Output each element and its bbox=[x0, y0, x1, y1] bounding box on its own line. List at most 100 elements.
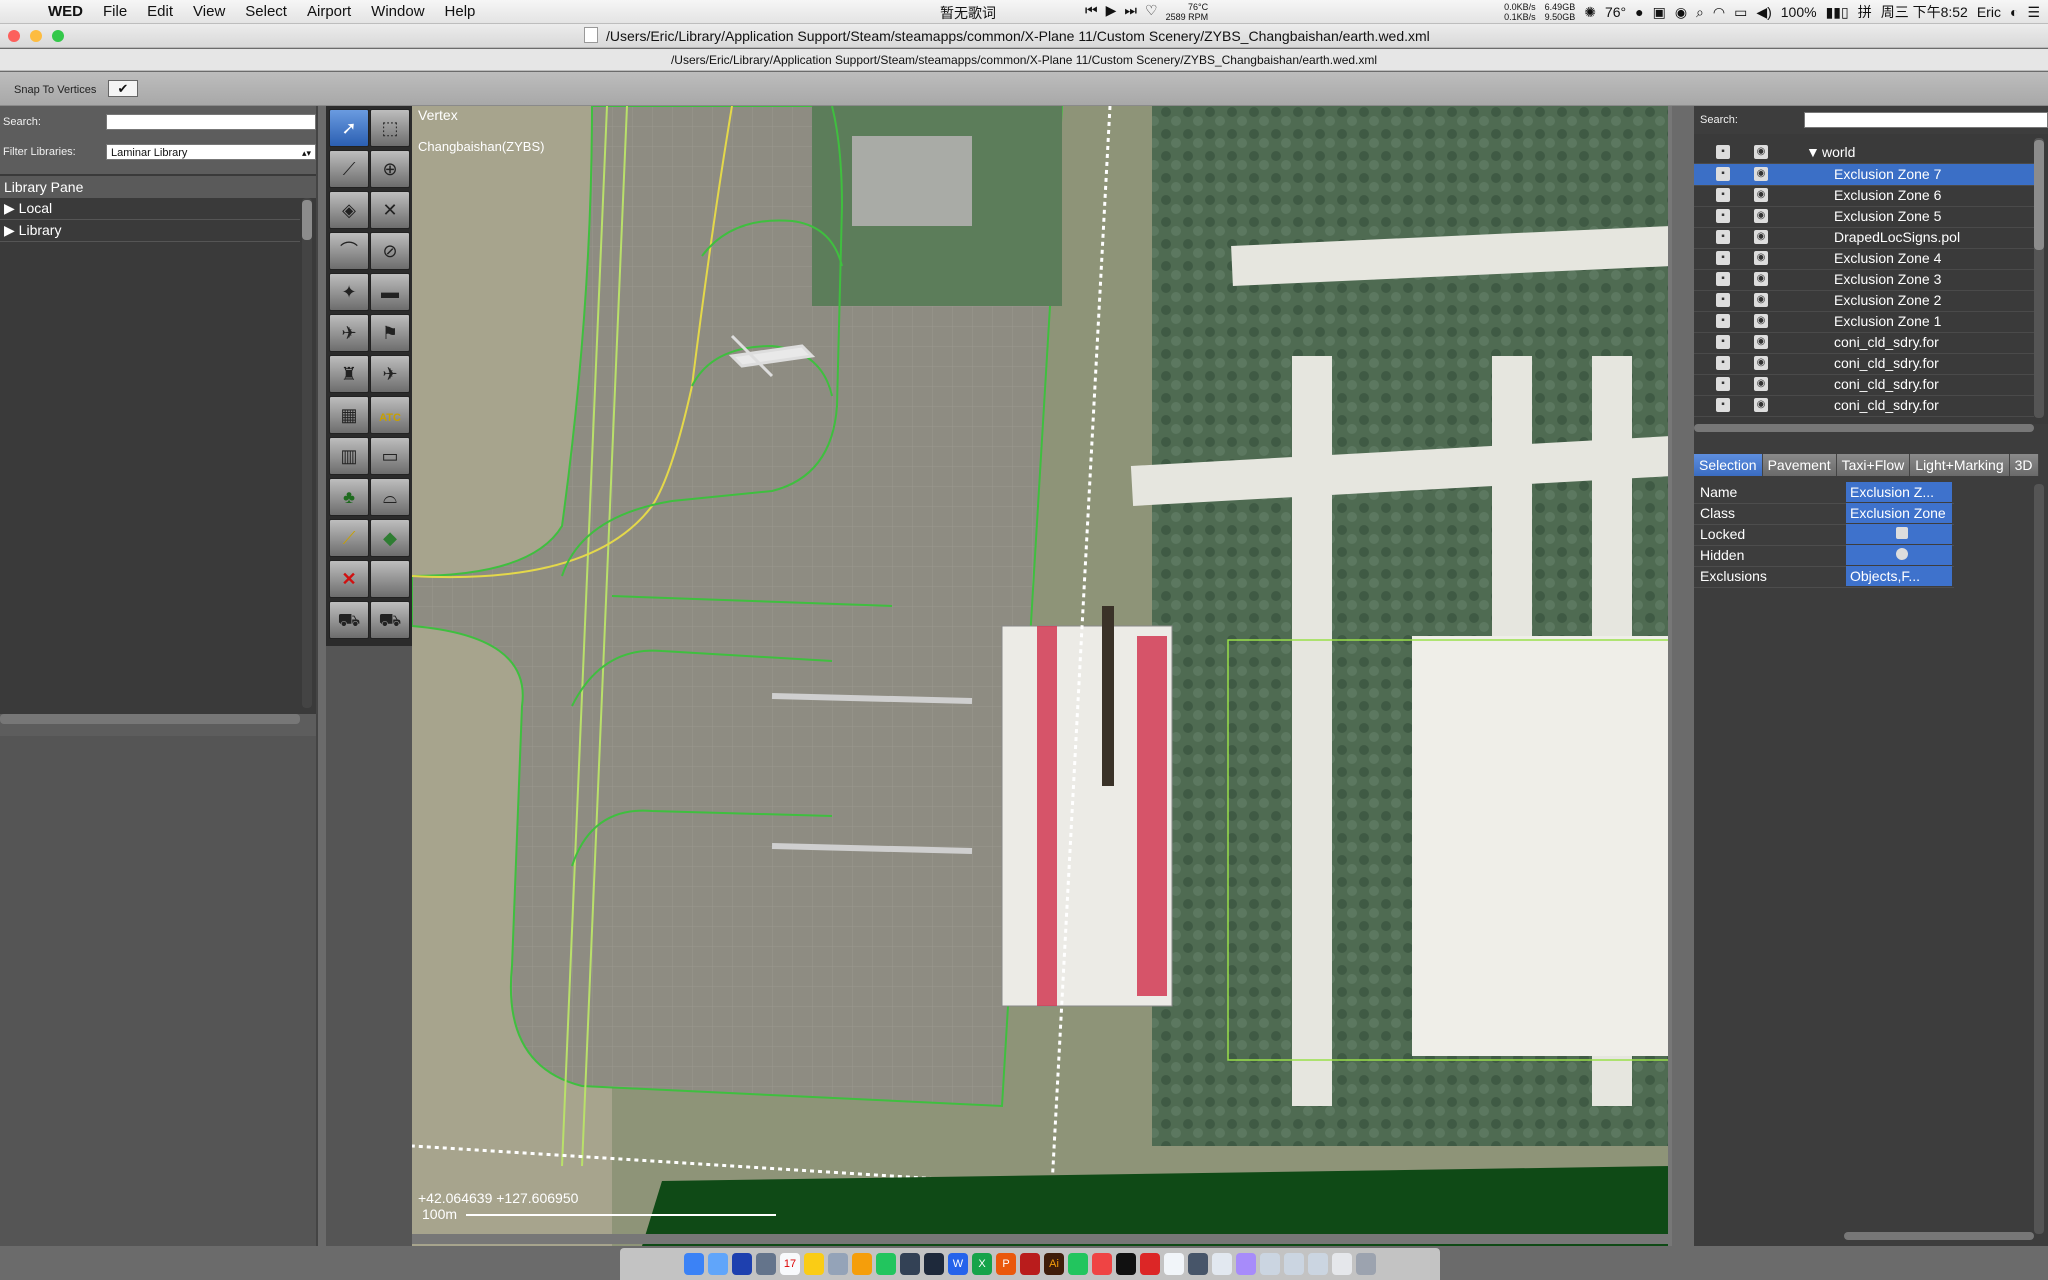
filter-libraries-select[interactable]: Laminar Library ▴▾ bbox=[106, 144, 316, 160]
volume-icon[interactable]: ◀) bbox=[1756, 4, 1771, 21]
eye-icon[interactable]: ◉ bbox=[1754, 335, 1768, 349]
vertex-tool-button[interactable]: ➚ bbox=[329, 109, 369, 147]
tower-viewpoint-tool-button[interactable]: ♜ bbox=[329, 355, 369, 393]
eye-icon[interactable]: ◉ bbox=[1754, 188, 1768, 202]
heart-icon[interactable]: ♡ bbox=[1145, 2, 1158, 22]
qq-icon[interactable] bbox=[1116, 1253, 1136, 1275]
property-hidden-value[interactable] bbox=[1846, 545, 1952, 565]
qq-icon[interactable]: ● bbox=[1635, 4, 1643, 20]
map-canvas[interactable] bbox=[412, 106, 1672, 1246]
calendar-icon[interactable]: 17 bbox=[780, 1253, 800, 1275]
minimize-window-button[interactable] bbox=[30, 30, 42, 42]
steam-icon[interactable] bbox=[924, 1253, 944, 1275]
eye-icon[interactable]: ◉ bbox=[1754, 293, 1768, 307]
lock-icon[interactable] bbox=[1896, 527, 1908, 539]
preview-icon[interactable] bbox=[828, 1253, 848, 1275]
lock-icon[interactable]: ▪ bbox=[1716, 335, 1730, 349]
eye-icon[interactable]: ◉ bbox=[1754, 145, 1768, 159]
taxiway-tool-button[interactable]: ◈ bbox=[329, 191, 369, 229]
sealane-tool-button[interactable]: ⊕ bbox=[370, 150, 410, 188]
eye-icon[interactable]: ◉ bbox=[1754, 398, 1768, 412]
finder-icon[interactable] bbox=[684, 1253, 704, 1275]
library-item-local[interactable]: ▶ Local bbox=[0, 198, 300, 220]
lock-icon[interactable]: ▪ bbox=[1716, 230, 1730, 244]
hierarchy-search-input[interactable] bbox=[1804, 112, 2048, 128]
input-method-icon[interactable]: 拼 bbox=[1858, 2, 1872, 22]
tree-row-exclusion-zone-3[interactable]: ▪ ◉ Exclusion Zone 3 bbox=[1694, 269, 2034, 291]
folder-icon[interactable] bbox=[1284, 1253, 1304, 1275]
eye-icon[interactable]: ◉ bbox=[1754, 167, 1768, 181]
tree-row-draped-loc-signs[interactable]: ▪ ◉ DrapedLocSigns.pol bbox=[1694, 227, 2034, 249]
lock-icon[interactable]: ▪ bbox=[1716, 209, 1730, 223]
disclosure-triangle-icon[interactable]: ▼ bbox=[1806, 142, 1820, 163]
library-item-library[interactable]: ▶ Library bbox=[0, 220, 300, 242]
library-horizontal-scrollbar[interactable] bbox=[0, 714, 300, 724]
eye-icon[interactable]: ◉ bbox=[1754, 272, 1768, 286]
safari-icon[interactable] bbox=[732, 1253, 752, 1275]
pdf-icon[interactable] bbox=[1140, 1253, 1160, 1275]
illustrator-icon[interactable]: Ai bbox=[1044, 1253, 1064, 1275]
menu-edit[interactable]: Edit bbox=[137, 3, 183, 20]
tab-3d[interactable]: 3D bbox=[2009, 454, 2039, 476]
library-scrollbar-thumb[interactable] bbox=[302, 200, 312, 240]
blank-tool-button[interactable] bbox=[370, 560, 410, 598]
airplane-tool-button[interactable]: ✈ bbox=[370, 355, 410, 393]
marquee-tool-button[interactable]: ⬚ bbox=[370, 109, 410, 147]
lock-icon[interactable]: ▪ bbox=[1716, 145, 1730, 159]
powerpoint-icon[interactable]: P bbox=[996, 1253, 1016, 1275]
lock-icon[interactable]: ▪ bbox=[1716, 188, 1730, 202]
lock-icon[interactable]: ▪ bbox=[1716, 167, 1730, 181]
menu-app-name[interactable]: WED bbox=[38, 3, 93, 20]
draped-polygon-tool-button[interactable]: ◆ bbox=[370, 519, 410, 557]
notes-icon[interactable] bbox=[804, 1253, 824, 1275]
object-string-tool-button[interactable]: ▥ bbox=[329, 437, 369, 475]
next-track-icon[interactable]: ⏭ bbox=[1124, 2, 1137, 22]
tree-row-exclusion-zone-1[interactable]: ▪ ◉ Exclusion Zone 1 bbox=[1694, 311, 2034, 333]
folder-icon[interactable] bbox=[1308, 1253, 1328, 1275]
folder-icon[interactable] bbox=[1260, 1253, 1280, 1275]
menu-window[interactable]: Window bbox=[361, 3, 434, 20]
line-marking-tool-button[interactable]: ⟋ bbox=[329, 519, 369, 557]
exclusion-tool-button[interactable]: ✕ bbox=[329, 560, 369, 598]
property-horizontal-scrollbar[interactable] bbox=[1844, 1232, 2034, 1240]
battery-icon[interactable]: ▮▮▯ bbox=[1826, 4, 1849, 21]
map-horizontal-scrollbar[interactable] bbox=[412, 1234, 1672, 1244]
eye-icon[interactable]: ◉ bbox=[1754, 251, 1768, 265]
mail-icon[interactable] bbox=[756, 1253, 776, 1275]
clock[interactable]: 周三 下午8:52 bbox=[1881, 2, 1968, 22]
siri-icon[interactable]: ◐ bbox=[2010, 4, 2018, 20]
now-playing-lyrics[interactable]: 暂无歌词 bbox=[940, 3, 996, 23]
light-tool-button[interactable]: ✦ bbox=[329, 273, 369, 311]
battery-percent[interactable]: 100% bbox=[1781, 4, 1817, 20]
tree-row-exclusion-zone-7[interactable]: ▪ ◉ Exclusion Zone 7 bbox=[1694, 164, 2034, 186]
wechat-icon[interactable]: ◉ bbox=[1675, 4, 1687, 21]
disclosure-triangle-icon[interactable]: ▶ bbox=[4, 222, 15, 238]
launchpad-icon[interactable] bbox=[708, 1253, 728, 1275]
acrobat-icon[interactable] bbox=[1020, 1253, 1040, 1275]
messages-icon[interactable] bbox=[876, 1253, 896, 1275]
tree-row-world[interactable]: ▪ ◉ ▼ world bbox=[1694, 142, 2034, 164]
property-scrollbar[interactable] bbox=[2034, 484, 2044, 1234]
map-vertical-scrollbar[interactable] bbox=[1668, 106, 1672, 1246]
notification-center-icon[interactable]: ☰ bbox=[2027, 4, 2040, 21]
truck-destination-tool-button[interactable]: ⛟ bbox=[370, 601, 410, 639]
tree-row-exclusion-zone-5[interactable]: ▪ ◉ Exclusion Zone 5 bbox=[1694, 206, 2034, 228]
forest-tool-button[interactable]: ♣ bbox=[329, 478, 369, 516]
network-stats[interactable]: 0.0KB/s 0.1KB/s bbox=[1504, 2, 1536, 22]
eye-icon[interactable]: ◉ bbox=[1754, 230, 1768, 244]
hole-tool-button[interactable]: ⊘ bbox=[370, 232, 410, 270]
cpu-stats[interactable]: 76°C 2589 RPM bbox=[1166, 2, 1209, 22]
tree-row-forest[interactable]: ▪ ◉ coni_cld_sdry.for bbox=[1694, 395, 2034, 417]
lock-icon[interactable]: ▪ bbox=[1716, 251, 1730, 265]
netease-music-icon[interactable] bbox=[1092, 1253, 1112, 1275]
windsock-tool-button[interactable]: ⚑ bbox=[370, 314, 410, 352]
lock-icon[interactable]: ▪ bbox=[1716, 272, 1730, 286]
wifi-icon[interactable]: ◠ bbox=[1713, 4, 1725, 21]
eye-icon[interactable] bbox=[1896, 548, 1908, 560]
eye-icon[interactable]: ◉ bbox=[1754, 356, 1768, 370]
word-icon[interactable]: W bbox=[948, 1253, 968, 1275]
tree-row-exclusion-zone-4[interactable]: ▪ ◉ Exclusion Zone 4 bbox=[1694, 248, 2034, 270]
ramp-start-tool-button[interactable]: ✈ bbox=[329, 314, 369, 352]
lock-icon[interactable]: ▪ bbox=[1716, 377, 1730, 391]
menu-help[interactable]: Help bbox=[435, 3, 486, 20]
